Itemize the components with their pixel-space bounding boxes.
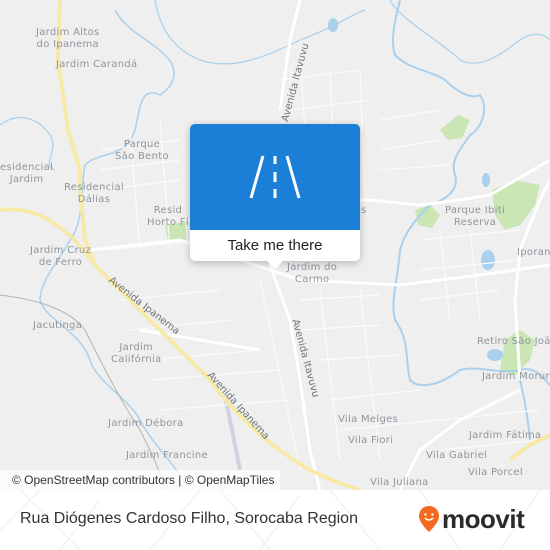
moovit-logo[interactable]: moovit (418, 504, 525, 534)
road-icon (249, 155, 301, 199)
river (389, 0, 550, 64)
place-label: Vila Gabriel (426, 450, 488, 461)
place-label: Jardim do Carmo (287, 262, 338, 285)
place-label: Jardim Francine (126, 450, 208, 461)
place-label: Jardim Altos do Ipanema (36, 27, 100, 50)
place-label: Jardim Fátima (469, 430, 542, 441)
place-label: Parque Ibiti Reserva (445, 205, 506, 228)
place-label: Resid Horto Fl (147, 205, 189, 228)
location-title: Rua Diógenes Cardoso Filho, Sorocaba Reg… (20, 510, 358, 527)
take-me-there-button[interactable]: Take me there (190, 230, 360, 261)
place-label: esidencial Jardim (0, 162, 54, 185)
map[interactable]: Jardim Altos do Ipanema Jardim Carandá P… (0, 0, 550, 490)
place-label: Jardim Débora (108, 418, 184, 429)
place-label: Vila Juliana (370, 477, 429, 488)
park (440, 115, 470, 140)
map-attribution[interactable]: © OpenStreetMap contributors | © OpenMap… (0, 470, 281, 490)
place-label: Vila Porcel (468, 467, 523, 478)
place-label: Retiro São Joã (477, 336, 550, 347)
place-label: Residencial Dálias (64, 182, 124, 205)
place-label: Jardim Califórnia (111, 342, 162, 365)
place-label: Iporan (517, 247, 550, 258)
lake (328, 18, 338, 32)
moovit-pin-icon (419, 506, 439, 532)
popup-header (190, 124, 360, 230)
place-label: Vila Melges (338, 414, 399, 425)
lake (481, 250, 495, 270)
moovit-wordmark: moovit (442, 504, 525, 534)
place-label: Jacutinga (33, 320, 83, 331)
place-label: Jardim Morur (482, 371, 550, 382)
place-label: Jardim Carandá (56, 59, 138, 70)
lake (487, 349, 503, 361)
lake (482, 173, 490, 187)
destination-popup[interactable]: Take me there (190, 124, 360, 269)
place-label: Vila Fiori (348, 435, 394, 446)
place-label: Parque São Bento (115, 139, 169, 162)
place-label: Jardim Cruz de Ferro (30, 245, 92, 268)
popup-pointer (267, 261, 283, 269)
place-label: s (361, 205, 367, 216)
